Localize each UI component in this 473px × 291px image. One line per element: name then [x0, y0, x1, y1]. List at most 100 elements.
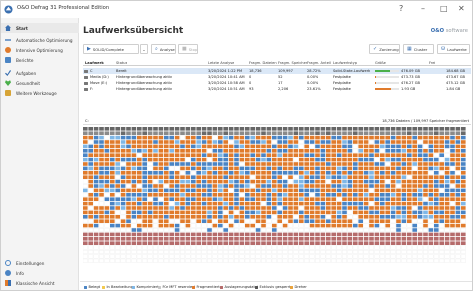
- cluster-block: [142, 215, 147, 219]
- cluster-block: [185, 210, 191, 215]
- cluster-block: [315, 162, 320, 166]
- cluster-block: [261, 193, 266, 197]
- cluster-block: [423, 201, 428, 206]
- column-header-status[interactable]: Status: [116, 61, 127, 65]
- cluster-block: [250, 228, 256, 232]
- cluster-block: [180, 219, 185, 223]
- drives-button[interactable]: ⛁ Laufwerke: [437, 44, 470, 54]
- cluster-block: [158, 201, 164, 206]
- cluster-block: [158, 241, 164, 245]
- cluster-block: [234, 171, 239, 175]
- cell-files: 93: [249, 87, 254, 91]
- cluster-block: [299, 171, 304, 175]
- cluster-block: [369, 254, 374, 259]
- column-header-drive-type[interactable]: Laufwerkstyp: [333, 61, 357, 65]
- cluster-block: [353, 184, 358, 188]
- cluster-block: [380, 193, 385, 197]
- cluster-block: [374, 166, 380, 171]
- sidebar-item-reports[interactable]: Berichte: [1, 55, 79, 65]
- cluster-block: [309, 188, 315, 193]
- clusters-button[interactable]: ▦ Cluster: [403, 44, 434, 54]
- column-header-last-analysis[interactable]: Letzte Analyse: [208, 61, 234, 65]
- cluster-block: [439, 188, 445, 193]
- cluster-block: [120, 127, 126, 131]
- cluster-block: [282, 237, 288, 241]
- cluster-block: [439, 258, 445, 263]
- cluster-block: [218, 232, 223, 237]
- cluster-block: [282, 232, 288, 237]
- cluster-block: [282, 135, 288, 140]
- cluster-block: [191, 175, 196, 179]
- help-icon[interactable]: ?: [399, 4, 403, 14]
- analyze-button[interactable]: ⌕ Analyse: [151, 44, 176, 54]
- column-header-size[interactable]: Größe: [375, 61, 386, 65]
- cluster-block: [185, 157, 191, 162]
- sidebar-item-info[interactable]: Info: [1, 268, 79, 278]
- cluster-block: [358, 188, 363, 193]
- sidebar-item-tasks[interactable]: Aufgaben: [1, 68, 79, 78]
- sidebar-item-auto-optimization[interactable]: Automatische Optimierung: [1, 35, 79, 45]
- cluster-block: [207, 250, 212, 254]
- maximize-button[interactable]: □: [440, 4, 448, 14]
- zoning-button[interactable]: ✓ Zonierung: [369, 44, 400, 54]
- close-button[interactable]: ✕: [458, 4, 465, 14]
- cluster-block: [99, 228, 104, 232]
- cluster-block: [174, 135, 180, 140]
- cluster-block: [158, 153, 164, 157]
- cluster-block: [444, 135, 450, 140]
- cluster-block: [385, 127, 390, 131]
- cluster-block: [374, 153, 380, 157]
- cluster-block: [126, 179, 131, 184]
- cluster-map[interactable]: [83, 127, 471, 267]
- sidebar-item-intensive-optimization[interactable]: Intensive Optimierung: [1, 45, 79, 55]
- cluster-block: [250, 201, 255, 206]
- method-dropdown-button[interactable]: ⌄: [140, 44, 148, 54]
- cluster-block: [401, 149, 407, 153]
- cluster-block: [320, 153, 326, 157]
- cluster-block: [455, 153, 461, 157]
- column-header-fragmented-space[interactable]: Fragm. Speicher: [278, 61, 307, 65]
- sidebar-item-more-tools[interactable]: Weitere Werkzeuge: [1, 88, 79, 98]
- cluster-block: [207, 219, 212, 223]
- method-select[interactable]: ▶ SOLID/Complete: [83, 44, 139, 54]
- cluster-block: [293, 206, 299, 210]
- cluster-block: [396, 193, 401, 197]
- cluster-block: [126, 228, 131, 232]
- minimize-button[interactable]: –: [421, 4, 425, 14]
- cluster-block: [390, 184, 396, 188]
- cluster-block: [261, 175, 266, 179]
- cluster-block: [352, 148, 358, 153]
- stop-button[interactable]: ■ Stop: [178, 44, 198, 54]
- cluster-block: [115, 254, 121, 259]
- table-row[interactable]: F: Hintergrundüberwachung aktiv 3/20/2024 …: [83, 86, 471, 92]
- column-header-fragmented-share[interactable]: Fragm. Anteil: [307, 61, 331, 65]
- cluster-block: [315, 232, 320, 237]
- cluster-block: [93, 219, 99, 223]
- cluster-block: [207, 206, 212, 210]
- cluster-block: [417, 193, 423, 197]
- cluster-block: [331, 166, 336, 171]
- cluster-block: [450, 241, 455, 245]
- cluster-block: [104, 219, 110, 223]
- cluster-block: [423, 175, 428, 179]
- cluster-block: [342, 153, 347, 157]
- cluster-block: [88, 197, 93, 201]
- cluster-block: [353, 135, 358, 140]
- column-header-fragmented-files[interactable]: Fragm. Dateien: [249, 61, 277, 65]
- cluster-block: [461, 162, 466, 166]
- column-header-drive[interactable]: Laufwerk: [85, 61, 104, 65]
- column-header-free[interactable]: Frei: [429, 61, 435, 65]
- cluster-block: [131, 175, 137, 179]
- cluster-block: [228, 171, 234, 175]
- sidebar-item-settings[interactable]: Einstellungen: [1, 258, 79, 268]
- cluster-block: [196, 188, 201, 193]
- cluster-block: [250, 184, 256, 188]
- cluster-block: [255, 245, 261, 250]
- cluster-block: [299, 149, 304, 153]
- cluster-block: [147, 157, 153, 162]
- sidebar-item-classic-view[interactable]: Klassische Ansicht: [1, 278, 79, 288]
- cluster-block: [218, 162, 223, 166]
- cluster-block: [369, 215, 374, 219]
- sidebar-item-health[interactable]: Gesundheit: [1, 78, 79, 88]
- sidebar-item-start[interactable]: Start: [1, 23, 79, 33]
